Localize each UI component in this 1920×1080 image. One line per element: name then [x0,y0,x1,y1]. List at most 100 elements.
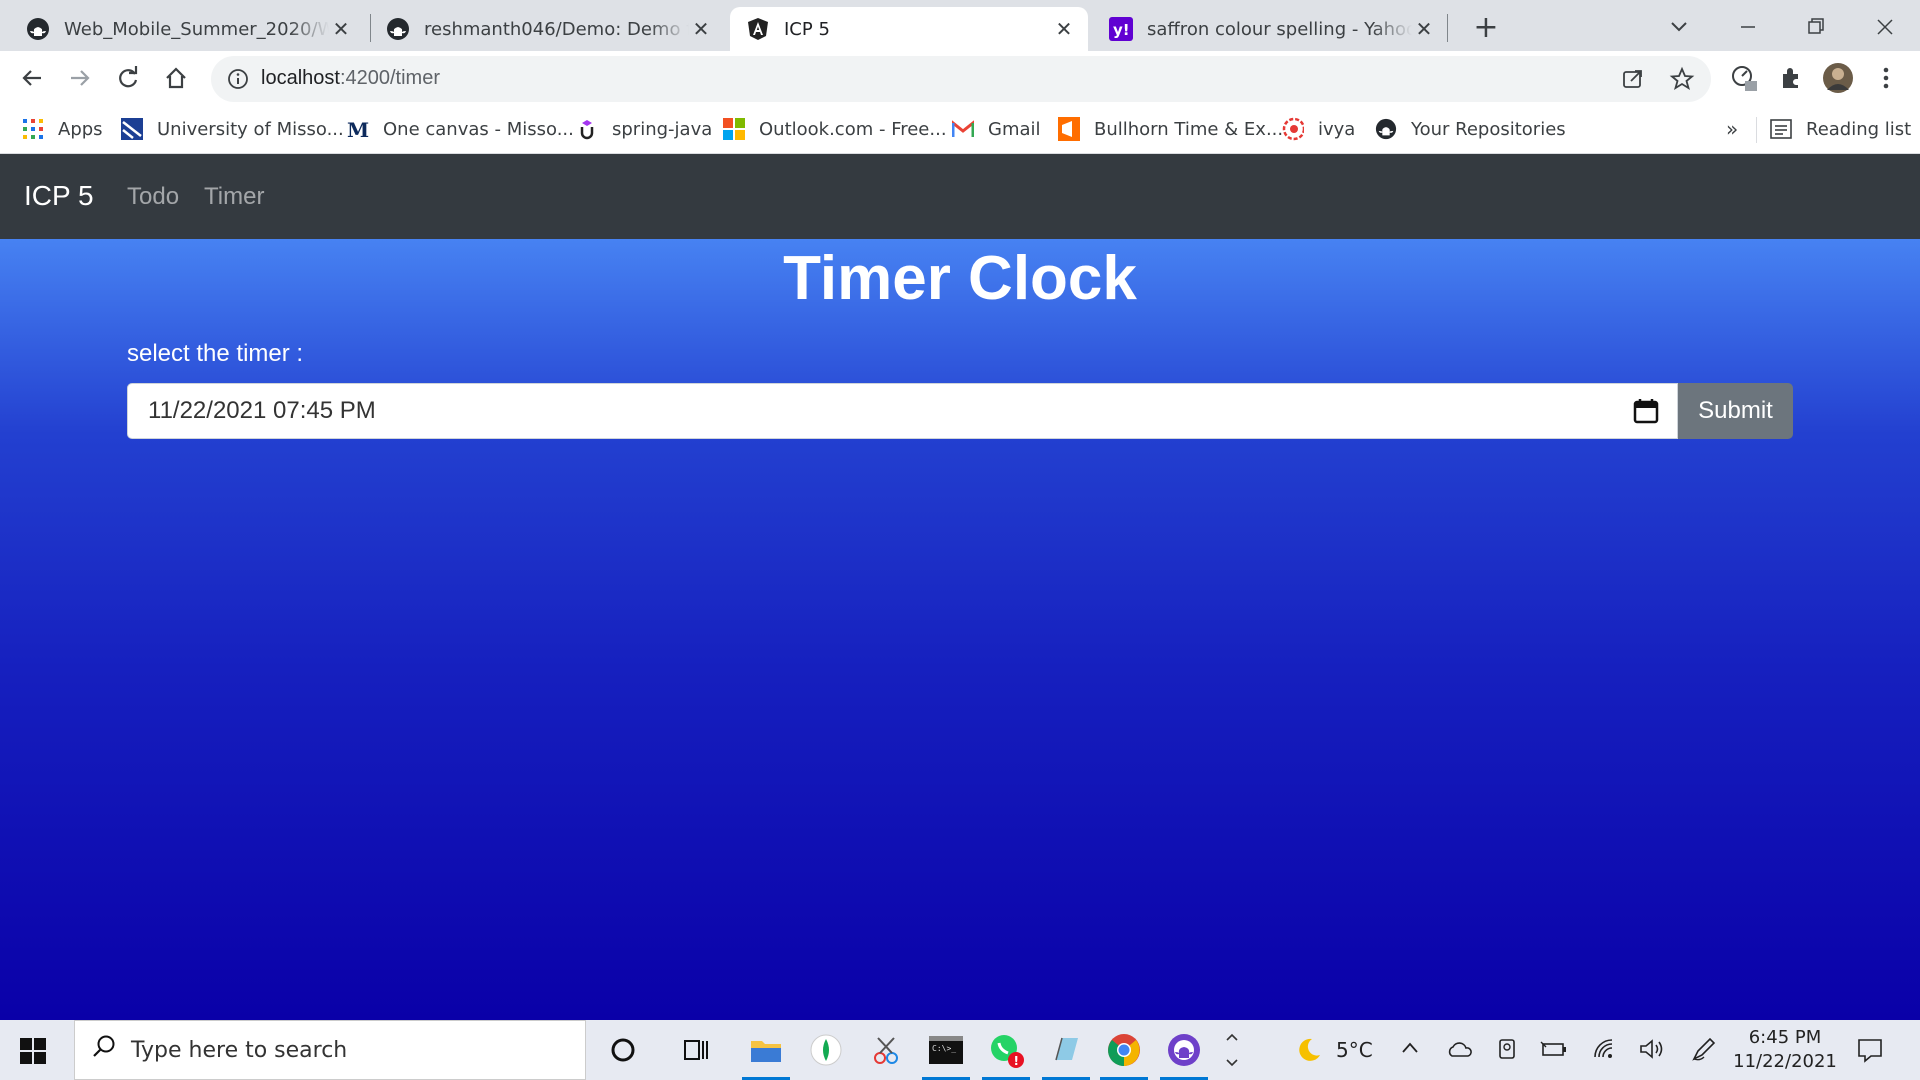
share-icon[interactable] [1621,67,1645,95]
bookmark-label: Outlook.com - Free... [759,118,947,140]
moon-weather-icon[interactable] [1294,1036,1322,1068]
performance-extension-icon[interactable] [1726,60,1762,96]
search-icon [91,1034,117,1066]
system-clock[interactable]: 6:45 PM 11/22/2021 [1730,1026,1840,1074]
home-icon[interactable] [158,60,194,96]
bookmark-spring-java[interactable]: spring-java [576,115,712,143]
wifi-icon[interactable] [1592,1037,1618,1065]
terminal-icon[interactable]: C:\>_ [922,1030,970,1080]
mongodb-compass-icon[interactable] [806,1030,846,1070]
close-icon[interactable]: ✕ [1412,17,1436,41]
reading-list-label: Reading list [1806,118,1912,140]
bookmark-label: Your Repositories [1411,118,1566,140]
calendar-icon[interactable] [1633,398,1659,424]
bookmarks-overflow-button[interactable]: » [1726,115,1738,143]
bookmark-ivya[interactable]: ivya [1282,115,1355,143]
datetime-value: 11/22/2021 07:45 PM [148,397,376,424]
datetime-input[interactable]: 11/22/2021 07:45 PM [127,383,1678,439]
task-view-icon[interactable] [676,1030,716,1070]
show-hidden-icons-icon[interactable] [1400,1038,1420,1062]
extensions-icon[interactable] [1773,60,1809,96]
bookmark-gmail[interactable]: Gmail [952,115,1041,143]
taskbar-scroll-arrows[interactable] [1222,1026,1242,1074]
submit-button[interactable]: Submit [1678,383,1793,439]
github-desktop-icon[interactable] [1160,1030,1208,1080]
svg-text:M: M [347,118,369,140]
chrome-icon[interactable] [1100,1030,1148,1080]
ivya-icon [1282,117,1304,141]
windows-taskbar: Type here to search C:\>_ ! 5°C 6:45 PM … [0,1020,1920,1080]
notes-app-icon[interactable] [1042,1030,1090,1080]
url-text: localhost:4200/timer [261,67,440,90]
close-icon[interactable]: ✕ [1052,17,1076,41]
reading-list-button[interactable]: Reading list [1770,115,1911,143]
back-icon[interactable] [14,60,50,96]
divider [1756,117,1757,143]
reload-icon[interactable] [110,60,146,96]
address-bar[interactable]: localhost:4200/timer [211,56,1711,102]
angular-icon [746,17,770,41]
cortana-icon[interactable] [603,1030,643,1070]
main-content: Timer Clock select the timer : 11/22/202… [0,239,1920,1020]
bookmark-label: University of Misso... [157,118,344,140]
pen-icon[interactable] [1690,1037,1716,1067]
github-icon [1375,118,1397,140]
notifications-icon[interactable] [1856,1036,1884,1068]
bullhorn-icon [1058,117,1080,141]
tab-search-icon[interactable] [1664,12,1694,42]
bookmark-outlook[interactable]: Outlook.com - Free... [723,115,947,143]
udemy-icon [576,118,598,140]
close-window-icon[interactable] [1870,12,1900,42]
nav-link-todo[interactable]: Todo [127,183,179,211]
svg-text:y!: y! [1113,21,1130,39]
whatsapp-icon[interactable]: ! [982,1030,1030,1080]
menu-icon[interactable] [1868,60,1904,96]
clock-date: 11/22/2021 [1733,1051,1837,1072]
bookmark-label: Bullhorn Time & Ex... [1094,118,1284,140]
page-title: Timer Clock [783,244,1137,313]
svg-text:C:\>_: C:\>_ [932,1044,956,1053]
bookmark-apps[interactable]: Apps [22,115,103,143]
bookmarks-bar: Apps University of Misso... M One canvas… [0,105,1920,154]
svg-text:!: ! [1014,1054,1019,1068]
tab-web-mobile[interactable]: Web_Mobile_Summer_2020/Web_Mobile_Summer… [10,7,365,51]
tab-icp5[interactable]: ICP 5 ✕ [730,7,1088,51]
bookmark-repositories[interactable]: Your Repositories [1375,115,1566,143]
restore-icon[interactable] [1801,12,1831,42]
bookmark-label: Gmail [988,118,1041,140]
yahoo-icon: y! [1109,17,1133,41]
url-path: :4200/timer [339,67,440,89]
bookmark-university[interactable]: University of Misso... [121,115,344,143]
nav-link-timer[interactable]: Timer [204,183,264,211]
forward-icon[interactable] [62,60,98,96]
file-explorer-icon[interactable] [742,1030,790,1080]
apps-grid-icon [22,118,44,140]
close-icon[interactable]: ✕ [689,17,713,41]
new-tab-button[interactable]: + [1466,10,1506,46]
weather-temperature[interactable]: 5°C [1336,1038,1373,1062]
tab-title: Web_Mobile_Summer_2020/Web_Mobile_Summer… [64,18,329,40]
onedrive-icon[interactable] [1446,1038,1474,1064]
snipping-tool-icon[interactable] [866,1030,906,1070]
reading-list-icon [1770,118,1792,140]
windows-start-icon[interactable] [20,1038,46,1068]
tab-yahoo[interactable]: y! saffron colour spelling - Yahoo Searc… [1093,7,1448,51]
gmail-icon [952,118,974,140]
volume-icon[interactable] [1638,1037,1666,1065]
battery-icon[interactable] [1540,1039,1568,1063]
timer-label: select the timer : [127,340,304,367]
clock-time: 6:45 PM [1748,1027,1822,1048]
info-icon[interactable] [227,68,249,94]
minimize-icon[interactable] [1733,12,1763,42]
star-icon[interactable] [1669,66,1695,96]
meet-now-icon[interactable] [1496,1037,1518,1065]
taskbar-search-input[interactable]: Type here to search [74,1020,586,1080]
canvas-icon: M [347,118,369,140]
bookmark-label: spring-java [612,118,713,140]
tab-demo[interactable]: reshmanth046/Demo: Demo for class ✕ [370,7,725,51]
close-icon[interactable]: ✕ [329,17,353,41]
avatar[interactable] [1820,60,1856,96]
navbar-brand[interactable]: ICP 5 [24,180,94,212]
bookmark-bullhorn[interactable]: Bullhorn Time & Ex... [1058,115,1283,143]
bookmark-canvas[interactable]: M One canvas - Misso... [347,115,574,143]
